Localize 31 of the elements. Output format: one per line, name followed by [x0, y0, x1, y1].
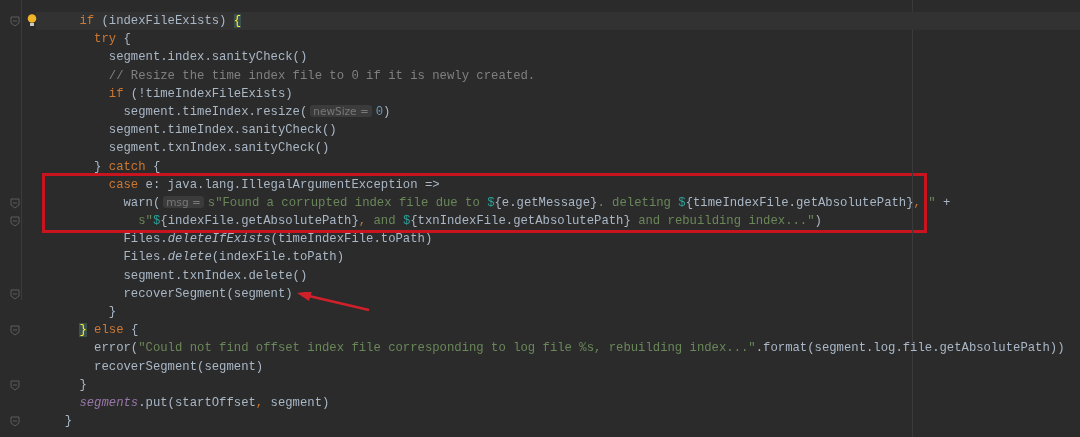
code-line: if (indexFileExists) {	[78, 13, 242, 30]
lightbulb-icon[interactable]	[27, 14, 37, 27]
code-line: segment.index.sanityCheck()	[107, 49, 308, 67]
code-line: Files.deleteIfExists(timeIndexFile.toPath)	[122, 231, 433, 249]
code-line: }	[107, 304, 117, 321]
code-line: }	[63, 413, 73, 431]
fold-marker-icon[interactable]	[10, 288, 20, 300]
code-line: case e: java.lang.IllegalArgumentException =>	[107, 176, 440, 194]
fold-marker-icon[interactable]	[10, 216, 20, 228]
code-line: warn( msg = s"Found a corrupted index file due to ${e.getMessage}. deleting ${timeIndexFile.getAbsolutePath}, " +	[122, 195, 951, 213]
code-line: segment.timeIndex.resize( newSize = 0)	[122, 104, 391, 122]
code-line: segment.txnIndex.delete()	[122, 267, 308, 285]
code-line: try {	[93, 31, 131, 49]
code-line: if (!timeIndexFileExists)	[107, 85, 293, 103]
code-line: } else {	[78, 322, 139, 340]
code-line: error("Could not find offset index file corresponding to log file %s, rebuilding index...".format(segment.log.file.getAbsolutePath))	[93, 340, 1065, 358]
code-line: recoverSegment(segment)	[122, 285, 293, 303]
fold-marker-icon[interactable]	[10, 16, 20, 27]
code-line: recoverSegment(segment)	[93, 358, 264, 376]
code-line: segment.timeIndex.sanityCheck()	[107, 122, 337, 140]
code-line: Files.delete(indexFile.toPath)	[122, 249, 345, 267]
fold-marker-icon[interactable]	[10, 379, 20, 391]
fold-marker-icon[interactable]	[10, 197, 20, 209]
code-line: }	[78, 376, 87, 394]
code-line: s"${indexFile.getAbsolutePath}, and ${txnIndexFile.getAbsolutePath} and rebuilding index...")	[137, 213, 822, 231]
fold-marker-icon[interactable]	[10, 416, 20, 428]
fold-marker-icon[interactable]	[10, 325, 20, 337]
code-line: } catch {	[93, 158, 161, 176]
code-line: // Resize the time index file to 0 if it is newly created.	[107, 67, 536, 85]
code-line: segment.txnIndex.sanityCheck()	[107, 140, 330, 158]
code-line: segments.put(startOffset, segment)	[78, 394, 330, 412]
